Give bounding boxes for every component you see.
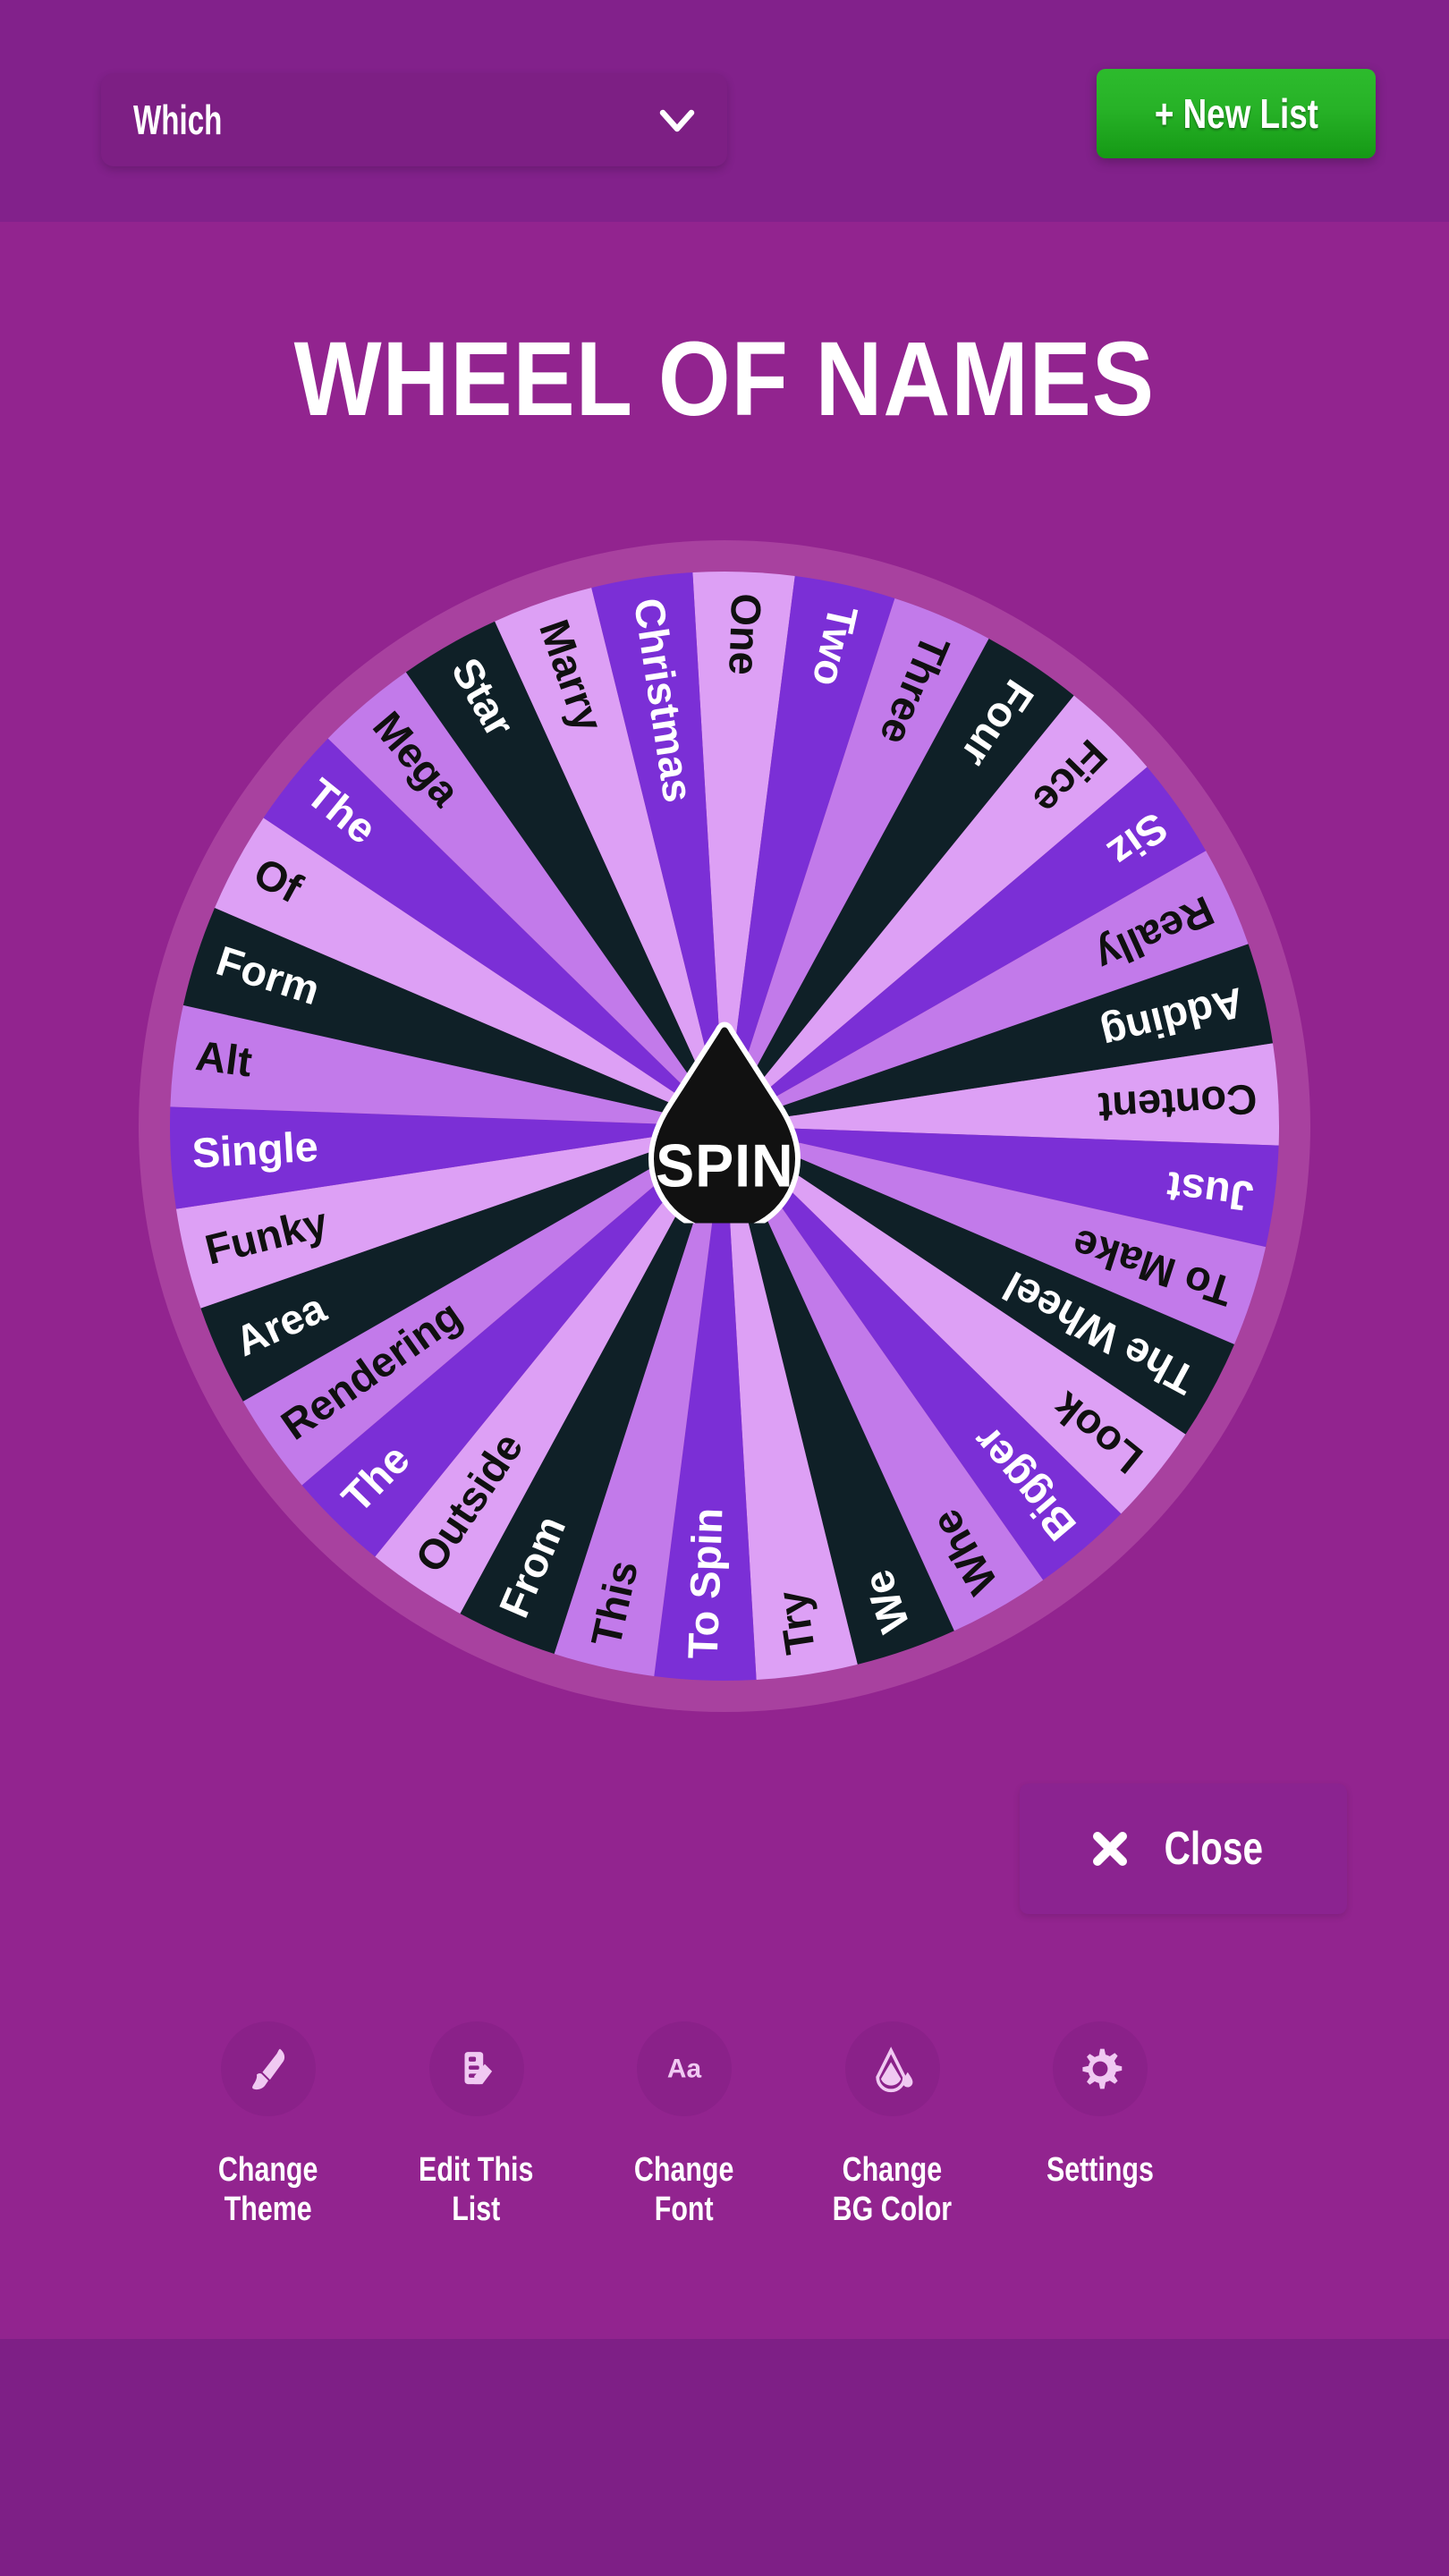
- edit-list-icon: [428, 2021, 524, 2116]
- list-selector-value: Which: [133, 97, 223, 143]
- toolbar-item-edit-list[interactable]: Edit This List: [387, 2021, 566, 2229]
- prize-wheel[interactable]: One Two Three Four Fice Siz Really Adding Conten…: [137, 538, 1312, 1714]
- footer-strip: [0, 2339, 1449, 2576]
- close-button[interactable]: Close: [1020, 1784, 1347, 1914]
- close-button-label: Close: [1164, 1823, 1264, 1875]
- wheel-segment-label: Alt: [193, 1031, 255, 1086]
- wheel-segment-label: One: [720, 593, 770, 676]
- bottom-toolbar: Change Theme Edit This List Aa Change Font C…: [0, 1981, 1449, 2339]
- page-title-text: WHEEL OF NAMES: [293, 320, 1156, 438]
- close-x-icon: [1089, 1828, 1131, 1869]
- wheel-of-names-app: Which + New List WHEEL OF NAMES One Two Th…: [0, 0, 1449, 2576]
- font-aa-icon: Aa: [637, 2021, 732, 2116]
- toolbar-item-label: Change Font: [634, 2151, 734, 2229]
- svg-text:Aa: Aa: [667, 2054, 702, 2083]
- chevron-down-icon: [657, 100, 697, 140]
- toolbar-item-font-aa[interactable]: Aa Change Font: [595, 2021, 774, 2229]
- paintbrush-icon: [221, 2021, 316, 2116]
- paint-bucket-icon: [844, 2021, 940, 2116]
- page-title: WHEEL OF NAMES: [0, 326, 1449, 432]
- wheel-segment-label: Single: [191, 1123, 319, 1177]
- toolbar-item-gear[interactable]: Settings: [1011, 2021, 1190, 2190]
- app-header: Which + New List: [0, 0, 1449, 222]
- new-list-button-label: + New List: [1154, 90, 1318, 137]
- wheel-segment-label: Content: [1097, 1075, 1258, 1131]
- list-selector-dropdown[interactable]: Which: [101, 73, 727, 166]
- spin-button[interactable]: SPIN: [635, 1021, 814, 1235]
- toolbar-item-label: Settings: [1046, 2151, 1154, 2189]
- toolbar-item-label: Edit This List: [419, 2151, 534, 2229]
- toolbar-item-label: Change Theme: [218, 2151, 318, 2229]
- wheel-segment-label: Try: [767, 1588, 824, 1657]
- new-list-button[interactable]: + New List: [1097, 69, 1376, 158]
- toolbar-item-paint-bucket[interactable]: Change BG Color: [803, 2021, 982, 2229]
- toolbar-item-label: Change BG Color: [832, 2151, 953, 2229]
- wheel-segment-label: To Spin: [679, 1507, 732, 1660]
- toolbar-item-paintbrush[interactable]: Change Theme: [179, 2021, 358, 2229]
- gear-icon: [1053, 2021, 1148, 2116]
- spin-pin-shape: [648, 1021, 801, 1235]
